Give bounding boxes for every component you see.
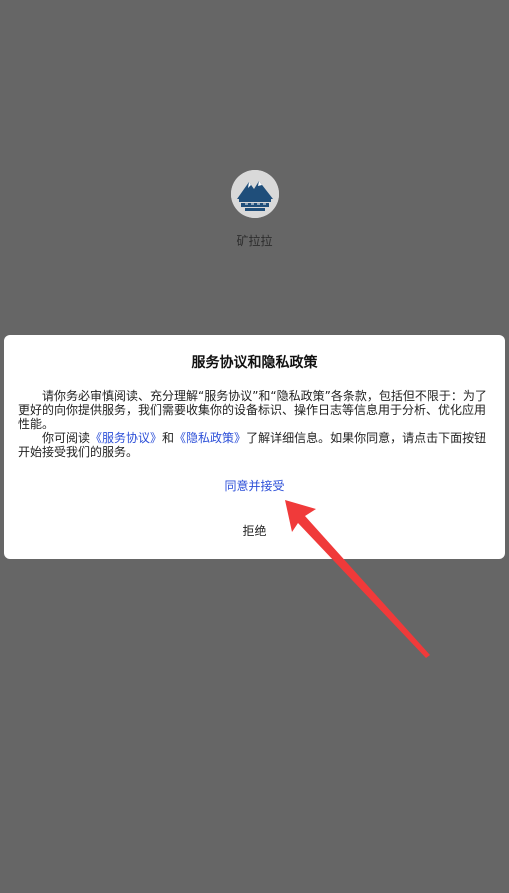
app-logo-section: 矿拉拉 xyxy=(0,170,509,249)
privacy-dialog: 服务协议和隐私政策 请你务必审慎阅读、充分理解“服务协议”和“隐私政策”各条款，… xyxy=(4,335,505,559)
dialog-paragraph-2: 你可阅读《服务协议》和《隐私政策》了解详细信息。如果你同意，请点击下面按钮开始接… xyxy=(18,431,491,459)
dialog-paragraph-1: 请你务必审慎阅读、充分理解“服务协议”和“隐私政策”各条款，包括但不限于：为了更… xyxy=(18,389,487,431)
paragraph-2-prefix: 你可阅读 xyxy=(42,431,91,445)
reject-button[interactable]: 拒绝 xyxy=(4,522,505,539)
app-name: 矿拉拉 xyxy=(236,234,273,248)
and-text: 和 xyxy=(162,431,175,445)
mountain-logo-icon xyxy=(230,170,279,218)
dialog-body: 请你务必审慎阅读、充分理解“服务协议”和“隐私政策”各条款，包括但不限于：为了更… xyxy=(18,389,491,459)
privacy-policy-link[interactable]: 《隐私政策》 xyxy=(174,431,246,445)
dialog-title: 服务协议和隐私政策 xyxy=(191,355,318,371)
agree-button[interactable]: 同意并接受 xyxy=(4,477,505,494)
service-agreement-link[interactable]: 《服务协议》 xyxy=(90,431,162,445)
